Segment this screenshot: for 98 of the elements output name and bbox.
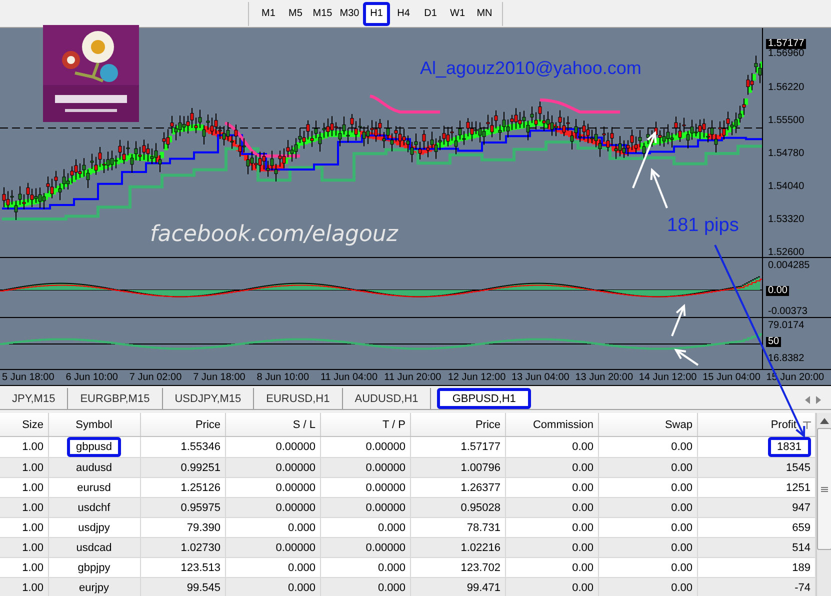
- table-cell: 1.02216: [410, 538, 505, 558]
- axis-label: 50: [766, 336, 782, 346]
- time-label: 6 Jun 10:00: [66, 372, 119, 383]
- table-cell: 0.00: [505, 458, 598, 478]
- pointer-arrow: [632, 130, 657, 188]
- table-cell: 0.95975: [140, 498, 225, 518]
- email-text: Al_agouz2010@yahoo.com: [420, 58, 642, 79]
- table-cell: 514: [697, 538, 815, 558]
- table-cell: 1.00: [0, 498, 48, 518]
- column-header[interactable]: Price: [410, 413, 505, 436]
- table-cell: 1.00: [0, 578, 48, 596]
- axis-label: 0.00: [766, 286, 790, 296]
- table-cell: usdcad: [48, 538, 140, 558]
- table-cell: usdchf: [48, 498, 140, 518]
- axis-label: 1.54780: [767, 148, 806, 158]
- chart-tab[interactable]: EURUSD,H1: [254, 388, 343, 409]
- pointer-arrow: [650, 168, 668, 208]
- table-cell: eurjpy: [48, 578, 140, 596]
- pointer-arrow: [671, 304, 686, 336]
- axis-label: 1.56220: [767, 82, 806, 92]
- table-cell: 1.02730: [140, 538, 225, 558]
- table-cell: 0.00: [505, 578, 598, 596]
- scroll-right-icon[interactable]: [816, 396, 821, 404]
- axis-label: 16.8382: [767, 354, 806, 364]
- table-cell: 0.00: [598, 578, 697, 596]
- time-label: 11 Jun 20:00: [384, 372, 442, 383]
- table-cell: 947: [697, 498, 815, 518]
- axis-label: -0.00373: [767, 306, 808, 317]
- axis-label: 1.52600: [767, 248, 806, 258]
- column-header[interactable]: Size: [0, 413, 48, 436]
- time-label: 5 Jun 18:00: [2, 372, 56, 383]
- time-label: 8 Jun 10:00: [256, 372, 310, 383]
- axis-label: 1.54040: [767, 182, 806, 192]
- time-label: 7 Jun 02:00: [129, 372, 183, 383]
- table-cell: 1545: [697, 458, 815, 478]
- timeframe-button[interactable]: W1: [444, 2, 471, 26]
- table-cell: 99.471: [410, 578, 505, 596]
- axis-label: 79.0174: [767, 321, 806, 332]
- table-cell: 0.00: [598, 458, 697, 478]
- time-label: 14 Jun 12:00: [638, 372, 698, 383]
- table-cell: audusd: [48, 458, 140, 478]
- annotation-text: 181 pips: [667, 215, 739, 237]
- table-cell: 0.00: [598, 538, 697, 558]
- table-cell: 0.99251: [140, 458, 225, 478]
- column-header[interactable]: Commission: [505, 413, 598, 436]
- time-label: 15 Jun 04:00: [702, 372, 762, 383]
- timeframe-button[interactable]: M1: [255, 2, 282, 26]
- time-label: 13 Jun 20:00: [575, 372, 634, 383]
- table-cell: -74: [697, 578, 815, 596]
- axis-label: 1.56960: [767, 48, 806, 59]
- table-cell: 1.00: [0, 538, 48, 558]
- table-cell: 1.00: [0, 458, 48, 478]
- timeframe-button[interactable]: M30: [336, 2, 363, 26]
- axis-label: 0.004285: [767, 261, 811, 272]
- chart-tab[interactable]: AUDUSD,H1: [342, 388, 432, 409]
- table-cell: 0.00000: [225, 458, 320, 478]
- table-cell: 0.00000: [320, 498, 410, 518]
- axis-label: 1.57177: [766, 38, 806, 49]
- pointer-arrow: [674, 348, 699, 366]
- table-cell: 0.00000: [320, 538, 410, 558]
- scroll-up-icon[interactable]: [820, 418, 828, 424]
- column-header[interactable]: Price: [140, 413, 225, 436]
- table-cell: 1.00796: [410, 458, 505, 478]
- timeframe-button[interactable]: MN: [471, 2, 498, 26]
- chart-tab[interactable]: USDJPY,M15: [162, 388, 254, 409]
- watermark-text: facebook.com/elagouz: [150, 222, 398, 247]
- table-cell: 0.000: [225, 578, 320, 596]
- column-header[interactable]: Symbol: [48, 413, 140, 436]
- time-label: 11 Jun 04:00: [320, 372, 379, 383]
- axis-label: 1.53320: [767, 215, 806, 226]
- timeframe-button[interactable]: D1: [417, 2, 444, 26]
- table-cell: 0.95028: [410, 498, 505, 518]
- table-cell: 0.00000: [225, 498, 320, 518]
- table-cell: 0.00: [598, 498, 697, 518]
- time-label: 7 Jun 18:00: [193, 372, 246, 383]
- chart-tab[interactable]: EURGBP,M15: [68, 388, 163, 409]
- timeframe-button[interactable]: H4: [390, 2, 417, 26]
- table-cell: 0.00000: [225, 538, 320, 558]
- column-header[interactable]: Profit: [697, 413, 815, 436]
- chart-tab[interactable]: JPY,M15: [0, 388, 68, 409]
- sort-icon[interactable]: [802, 420, 810, 429]
- chart-tab[interactable]: GBPUSD,H1: [437, 388, 531, 409]
- column-header[interactable]: T / P: [320, 413, 410, 436]
- scroll-left-icon[interactable]: [805, 396, 810, 404]
- column-header[interactable]: Swap: [598, 413, 697, 436]
- table-cell: 0.00: [505, 538, 598, 558]
- table-cell: 0.000: [320, 578, 410, 596]
- time-label: 12 Jun 12:00: [448, 372, 507, 383]
- scrollbar-thumb[interactable]: [816, 428, 831, 550]
- table-cell: 99.545: [140, 578, 225, 596]
- column-header[interactable]: S / L: [225, 413, 320, 436]
- timeframe-button[interactable]: M5: [282, 2, 309, 26]
- axis-label: 1.55500: [767, 116, 806, 126]
- table-cell: 0.00: [505, 498, 598, 518]
- time-label: 13 Jun 04:00: [512, 372, 570, 383]
- table-cell: 0.00000: [320, 458, 410, 478]
- timeframe-button[interactable]: H1: [363, 2, 390, 26]
- timeframe-button[interactable]: M15: [309, 2, 336, 26]
